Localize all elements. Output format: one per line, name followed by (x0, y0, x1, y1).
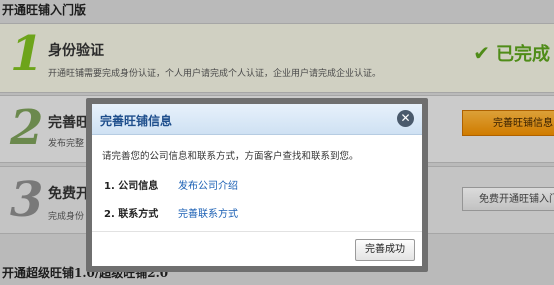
dialog-description: 请完善您的公司信息和联系方式，方面客户查找和联系到您。 (102, 151, 359, 162)
dialog-divider (92, 231, 422, 232)
complete-success-button[interactable]: 完善成功 (355, 239, 415, 261)
complete-shop-info-dialog: 完善旺铺信息 ✕ 请完善您的公司信息和联系方式，方面客户查找和联系到您。 1. … (92, 104, 422, 266)
complete-contact-info-link[interactable]: 完善联系方式 (178, 205, 238, 220)
publish-company-intro-link[interactable]: 发布公司介绍 (178, 177, 238, 192)
company-info-label: 1. 公司信息 (104, 181, 159, 192)
close-icon[interactable]: ✕ (397, 110, 414, 127)
dialog-title: 完善旺铺信息 (100, 114, 173, 128)
dialog-header: 完善旺铺信息 ✕ (92, 104, 422, 135)
contact-info-label: 2. 联系方式 (104, 209, 159, 220)
